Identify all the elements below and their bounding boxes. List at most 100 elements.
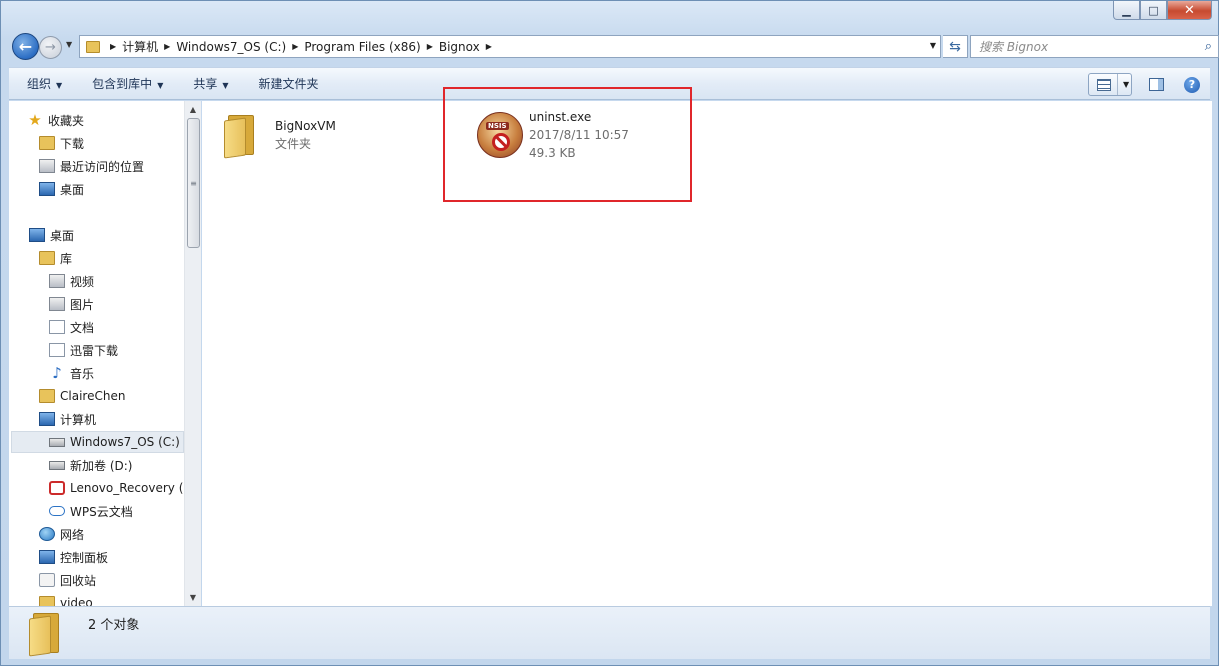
nav-favorites[interactable]: ★ 收藏夹 xyxy=(27,109,84,131)
navigation-pane: ★ 收藏夹 下载 最近访问的位置 桌面 桌面 库 视频 图片 文档 迅雷下载 ♪ 音… xyxy=(9,101,184,606)
chevron-right-icon[interactable]: ▶ xyxy=(427,42,433,51)
breadcrumb-drive-c[interactable]: Windows7_OS (C:) xyxy=(176,40,286,54)
nav-desktop-favorite[interactable]: 桌面 xyxy=(39,178,84,200)
organize-button[interactable]: 组织 ▼ xyxy=(27,75,62,92)
nav-drive-d[interactable]: 新加卷 (D:) xyxy=(49,454,132,476)
computer-icon xyxy=(39,412,55,426)
nav-network[interactable]: 网络 xyxy=(39,523,84,545)
cloud-icon xyxy=(49,506,65,516)
maximize-icon: □ xyxy=(1148,3,1159,17)
nav-control-panel[interactable]: 控制面板 xyxy=(39,546,108,568)
chevron-right-icon[interactable]: ▶ xyxy=(164,42,170,51)
search-placeholder: 搜索 Bignox xyxy=(979,40,1049,54)
recent-pages-dropdown[interactable]: ▼ xyxy=(66,40,72,49)
highlight-box xyxy=(443,87,692,202)
chevron-right-icon[interactable]: ▶ xyxy=(110,42,116,51)
back-arrow-icon: ← xyxy=(18,37,33,56)
folder-icon xyxy=(86,40,100,53)
nav-recent-places[interactable]: 最近访问的位置 xyxy=(39,155,144,177)
nav-xunlei-downloads[interactable]: 迅雷下载 xyxy=(49,339,118,361)
breadcrumb-computer[interactable]: 计算机 xyxy=(122,38,158,55)
address-bar[interactable]: ▶ 计算机 ▶ Windows7_OS (C:) ▶ Program Files… xyxy=(79,35,941,58)
nav-label: 网络 xyxy=(60,527,85,542)
download-library-icon xyxy=(49,343,65,357)
nav-video-folder[interactable]: video xyxy=(39,592,93,606)
nav-drive-c[interactable]: Windows7_OS (C:) xyxy=(11,431,184,453)
include-library-button[interactable]: 包含到库中 ▼ xyxy=(92,75,163,92)
chevron-down-icon: ▼ xyxy=(222,81,229,90)
file-list: BigNoxVM 文件夹 NSIS uninst.exe 2017/8/11 1… xyxy=(202,101,1212,606)
nav-libraries[interactable]: 库 xyxy=(39,247,72,269)
search-input[interactable]: 搜索 Bignox ⌕ xyxy=(970,35,1219,58)
forward-button[interactable]: → xyxy=(39,36,62,59)
breadcrumb-program-files[interactable]: Program Files (x86) xyxy=(304,40,420,54)
chevron-down-icon[interactable]: ▼ xyxy=(1117,74,1129,95)
new-folder-button[interactable]: 新建文件夹 xyxy=(259,75,319,92)
user-folder-icon xyxy=(39,389,55,403)
file-item-folder[interactable]: BigNoxVM 文件夹 xyxy=(224,113,336,159)
minimize-icon: ▁ xyxy=(1122,3,1131,17)
navigation-scrollbar[interactable]: ▲ ≡ ▼ xyxy=(184,101,201,606)
nav-label: 控制面板 xyxy=(60,550,109,565)
breadcrumb-bignox[interactable]: Bignox xyxy=(439,40,480,54)
close-icon: ✕ xyxy=(1184,2,1195,18)
nav-user-folder[interactable]: ClaireChen xyxy=(39,385,125,407)
picture-library-icon xyxy=(49,297,65,311)
change-view-button[interactable]: ▼ xyxy=(1088,73,1132,96)
nav-recycle-bin[interactable]: 回收站 xyxy=(39,569,96,591)
refresh-button[interactable]: ⇆ xyxy=(943,35,968,58)
nav-pictures[interactable]: 图片 xyxy=(49,293,94,315)
folder-icon xyxy=(224,113,258,159)
search-icon[interactable]: ⌕ xyxy=(1205,39,1212,54)
file-type: 文件夹 xyxy=(275,137,312,151)
nav-music[interactable]: ♪ 音乐 xyxy=(49,362,94,384)
navigation-row: ← → ▼ ▶ 计算机 ▶ Windows7_OS (C:) ▶ Program… xyxy=(9,32,1219,62)
nav-label: 文档 xyxy=(70,320,95,335)
nav-label: 新加卷 (D:) xyxy=(70,458,133,473)
refresh-icon: ⇆ xyxy=(949,38,961,55)
document-library-icon xyxy=(49,320,65,334)
chevron-right-icon[interactable]: ▶ xyxy=(292,42,298,51)
video-library-icon xyxy=(49,274,65,288)
nav-desktop[interactable]: 桌面 xyxy=(29,224,74,246)
music-note-icon: ♪ xyxy=(52,364,62,382)
address-history-dropdown[interactable]: ▼ xyxy=(930,41,936,50)
nav-label: 桌面 xyxy=(60,182,85,197)
chevron-right-icon[interactable]: ▶ xyxy=(486,42,492,51)
back-button[interactable]: ← xyxy=(12,33,39,60)
windows-drive-icon xyxy=(49,437,65,447)
nav-wps-cloud[interactable]: WPS云文档 xyxy=(49,500,133,522)
file-name: BigNoxVM xyxy=(275,119,336,133)
nav-label: ClaireChen xyxy=(60,389,126,403)
nav-recovery-drive[interactable]: Lenovo_Recovery (C xyxy=(49,477,184,499)
nav-computer[interactable]: 计算机 xyxy=(39,408,96,430)
nav-videos[interactable]: 视频 xyxy=(49,270,94,292)
desktop-icon xyxy=(29,228,45,242)
nav-label: 回收站 xyxy=(60,573,97,588)
nav-downloads[interactable]: 下载 xyxy=(39,132,84,154)
maximize-button[interactable]: □ xyxy=(1140,1,1167,20)
nav-label: 图片 xyxy=(70,297,95,312)
explorer-window: ▁ □ ✕ ← → ▼ ▶ 计算机 ▶ Windows7_OS (C:) ▶ P… xyxy=(0,0,1219,666)
share-button[interactable]: 共享 ▼ xyxy=(193,75,228,92)
nav-label: Lenovo_Recovery (C xyxy=(70,481,184,495)
view-controls: ▼ ? xyxy=(1088,73,1200,96)
minimize-button[interactable]: ▁ xyxy=(1113,1,1140,20)
nav-documents[interactable]: 文档 xyxy=(49,316,94,338)
nav-label: WPS云文档 xyxy=(70,504,133,519)
forward-arrow-icon: → xyxy=(45,40,56,55)
help-icon[interactable]: ? xyxy=(1184,76,1200,93)
scroll-down-arrow-icon[interactable]: ▼ xyxy=(185,589,201,606)
nav-label: 视频 xyxy=(70,274,95,289)
preview-pane-icon[interactable] xyxy=(1149,78,1164,91)
nav-label: 下载 xyxy=(60,136,85,151)
scroll-up-arrow-icon[interactable]: ▲ xyxy=(185,101,201,118)
close-button[interactable]: ✕ xyxy=(1167,1,1212,20)
nav-label: 桌面 xyxy=(50,228,75,243)
folder-icon xyxy=(39,596,55,606)
item-count: 2 个对象 xyxy=(88,618,140,633)
chevron-down-icon: ▼ xyxy=(56,81,63,90)
recent-places-icon xyxy=(39,159,55,173)
chevron-down-icon: ▼ xyxy=(157,81,164,90)
scrollbar-thumb[interactable]: ≡ xyxy=(187,118,200,248)
